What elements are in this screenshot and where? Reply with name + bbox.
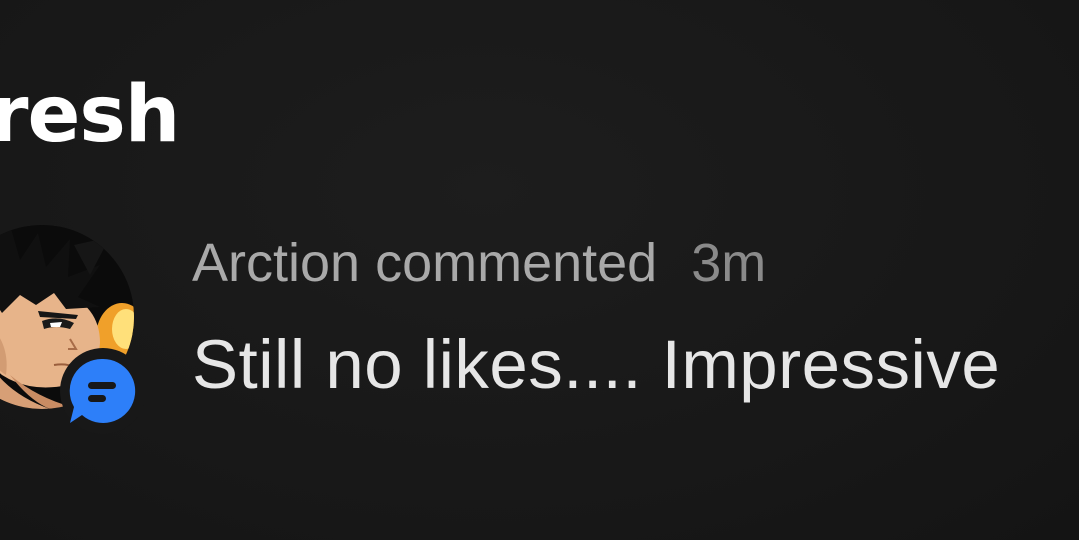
comment-badge — [60, 348, 146, 434]
avatar-container[interactable] — [0, 225, 146, 434]
comment-text[interactable]: Still no likes.... Impressive — [192, 325, 1000, 405]
section-title: resh — [0, 70, 180, 160]
notification-meta: Arction commented 3m — [192, 232, 766, 294]
actor-line[interactable]: Arction commented — [192, 233, 657, 293]
comment-bubble-icon — [69, 358, 136, 423]
activity-screen: resh Arction commented 3m Still no likes… — [0, 0, 1079, 540]
timestamp: 3m — [691, 233, 767, 293]
notification-item[interactable]: Arction commented 3m Still no likes.... I… — [0, 215, 1079, 434]
